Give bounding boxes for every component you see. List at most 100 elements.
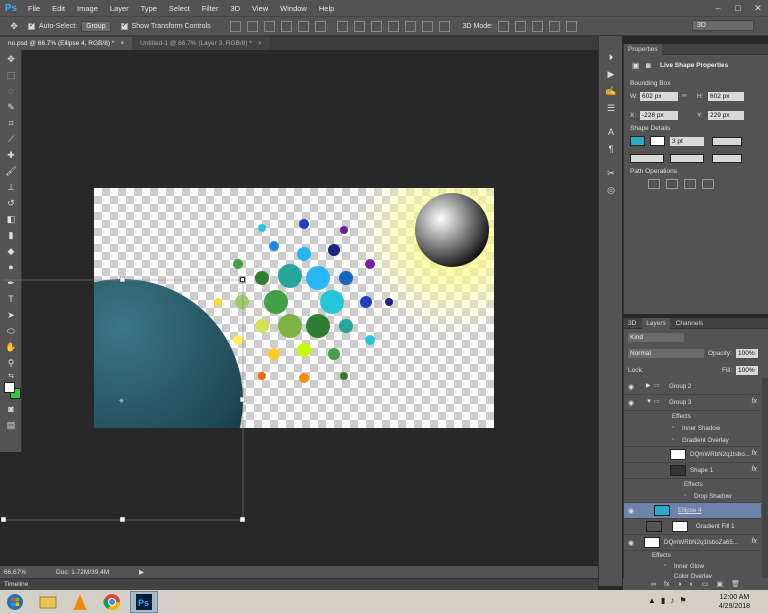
layer-gradient-fill-1[interactable]: Gradient Fill 1	[624, 519, 761, 535]
distribute-left-icon[interactable]	[387, 20, 399, 32]
visibility-eye-icon[interactable]: ◉	[628, 507, 634, 515]
distribute-hcenter-icon[interactable]	[404, 20, 416, 32]
align-right-icon[interactable]	[314, 20, 326, 32]
show-transform-checkbox[interactable]	[120, 21, 128, 30]
chrome-icon[interactable]	[98, 591, 126, 613]
volume-icon[interactable]: ♪	[670, 596, 674, 605]
layer-group-3[interactable]: ◉ ▼ ▭ Group 3 fx	[624, 395, 761, 411]
align-top-icon[interactable]	[229, 20, 241, 32]
x-field[interactable]: -228 px	[640, 111, 678, 120]
healing-tool-icon[interactable]: ✚	[3, 148, 19, 162]
transform-bounding-box[interactable]: ⌖	[0, 270, 260, 530]
intersect-shapes-icon[interactable]	[684, 179, 696, 189]
tray-arrow-icon[interactable]: ▲	[648, 596, 656, 605]
eye-small-icon[interactable]: ◦	[672, 424, 674, 431]
auto-align-icon[interactable]	[438, 20, 450, 32]
menu-help[interactable]: Help	[313, 4, 340, 13]
expand-arrow-icon[interactable]: ▶	[646, 382, 651, 389]
tab-untitled-1[interactable]: Untitled-1 @ 66.7% (Layer 3, RGB/8) * ×	[132, 37, 270, 50]
layer-dqm-2[interactable]: ◉ DQmWRbN2q1tsboZa65... fx	[624, 535, 761, 551]
effects-row[interactable]: Effects	[624, 551, 761, 562]
history-brush-tool-icon[interactable]: ↺	[3, 196, 19, 210]
transform-handle-top-anchor[interactable]	[240, 277, 245, 282]
effects-row[interactable]: Effects	[624, 479, 761, 491]
visibility-eye-icon[interactable]: ◉	[628, 399, 634, 407]
visibility-eye-icon[interactable]: ◉	[628, 539, 634, 547]
maximize-button[interactable]: □	[728, 0, 748, 16]
3d-roll-icon[interactable]	[514, 20, 526, 32]
stamp-tool-icon[interactable]: ⊥	[3, 180, 19, 194]
fx-icon[interactable]: fx	[752, 450, 757, 457]
actions-icon[interactable]: ▶	[603, 67, 619, 81]
add-style-icon[interactable]: fx	[664, 581, 669, 588]
3d-drag-icon[interactable]	[531, 20, 543, 32]
align-bottom-icon[interactable]	[263, 20, 275, 32]
eye-small-icon[interactable]: ◦	[664, 562, 666, 569]
effects-row[interactable]: Effects	[624, 411, 761, 423]
distribute-top-icon[interactable]	[336, 20, 348, 32]
close-icon[interactable]: ×	[258, 40, 262, 47]
align-stroke-dropdown[interactable]	[630, 154, 664, 163]
width-field[interactable]: 602 px	[640, 92, 678, 101]
effect-gradient-overlay[interactable]: ◦ Gradient Overlay	[624, 435, 761, 447]
brush-tool-icon[interactable]: 🖌	[3, 164, 19, 178]
filter-kind-dropdown[interactable]: Kind	[628, 333, 684, 342]
menu-type[interactable]: Type	[135, 4, 163, 13]
stroke-color-swatch[interactable]	[650, 136, 665, 146]
fill-field[interactable]: 100%	[736, 366, 758, 375]
distribute-bottom-icon[interactable]	[370, 20, 382, 32]
lasso-tool-icon[interactable]: ◌	[3, 84, 19, 98]
stroke-type-dropdown[interactable]	[712, 137, 742, 146]
link-icon[interactable]: ∞	[682, 92, 687, 99]
menu-3d[interactable]: 3D	[224, 4, 246, 13]
eyedropper-tool-icon[interactable]: ⟋	[3, 132, 19, 146]
network-icon[interactable]: ▮	[661, 596, 665, 605]
marquee-tool-icon[interactable]: ⬚	[3, 68, 19, 82]
layer-group-2[interactable]: ◉ ▶ ▭ Group 2	[624, 379, 761, 395]
collapse-arrow-icon[interactable]: ▼	[646, 398, 652, 405]
fill-color-swatch[interactable]	[630, 136, 645, 146]
tab-layers[interactable]: Layers	[642, 318, 670, 329]
zoom-level[interactable]: 66.67%	[4, 569, 26, 576]
close-icon[interactable]: ×	[120, 40, 124, 47]
align-left-icon[interactable]	[280, 20, 292, 32]
auto-select-dropdown[interactable]: Group	[81, 20, 111, 32]
effect-inner-glow[interactable]: ◦ Inner Glow	[624, 562, 761, 573]
menu-filter[interactable]: Filter	[196, 4, 225, 13]
history-icon[interactable]: ⏵	[603, 50, 619, 64]
eye-small-icon[interactable]: ◦	[684, 492, 686, 499]
crop-tool-icon[interactable]: ⌗	[3, 116, 19, 130]
menu-window[interactable]: Window	[274, 4, 313, 13]
distribute-right-icon[interactable]	[421, 20, 433, 32]
status-menu-icon[interactable]: ▶	[139, 568, 144, 576]
fx-icon[interactable]: fx	[752, 398, 757, 405]
stroke-width-field[interactable]: 3 pt	[670, 137, 704, 146]
file-explorer-icon[interactable]	[34, 591, 62, 613]
delete-layer-icon[interactable]: 🗑	[731, 580, 740, 588]
menu-file[interactable]: File	[22, 4, 46, 13]
move-tool-preset-icon[interactable]: ✥	[6, 19, 22, 33]
layer-shape-1[interactable]: Shape 1 fx	[624, 463, 761, 479]
layer-dqm-1[interactable]: DQmWRbN2q1tsbo... fx	[624, 447, 761, 463]
add-mask-icon[interactable]: ◑	[677, 581, 681, 588]
flag-icon[interactable]: ⚑	[679, 596, 686, 605]
tab-no-psd[interactable]: no.psd @ 66.7% (Ellipse 4, RGB/8) * ×	[0, 37, 133, 50]
workspace-dropdown[interactable]: 3D	[692, 20, 754, 31]
menu-view[interactable]: View	[246, 4, 274, 13]
subtract-shapes-icon[interactable]	[666, 179, 678, 189]
adjustment-layer-icon[interactable]: ◐	[690, 581, 694, 588]
paragraph-icon[interactable]: ¶	[603, 142, 619, 156]
adjustments-icon[interactable]: ☰	[603, 101, 619, 115]
y-field[interactable]: 229 px	[708, 111, 744, 120]
quick-select-tool-icon[interactable]: ✎	[3, 100, 19, 114]
eraser-tool-icon[interactable]: ◧	[3, 212, 19, 226]
minimize-button[interactable]: –	[708, 0, 728, 16]
align-vcenter-icon[interactable]	[246, 20, 258, 32]
eye-small-icon[interactable]: ◦	[672, 436, 674, 443]
menu-select[interactable]: Select	[163, 4, 196, 13]
mask-icon[interactable]: ◙	[646, 61, 651, 70]
move-tool-icon[interactable]: ✥	[3, 52, 19, 66]
close-window-button[interactable]: ✕	[748, 0, 768, 16]
new-group-icon[interactable]: ▭	[702, 580, 709, 588]
effect-inner-shadow[interactable]: ◦ Inner Shadow	[624, 423, 761, 435]
